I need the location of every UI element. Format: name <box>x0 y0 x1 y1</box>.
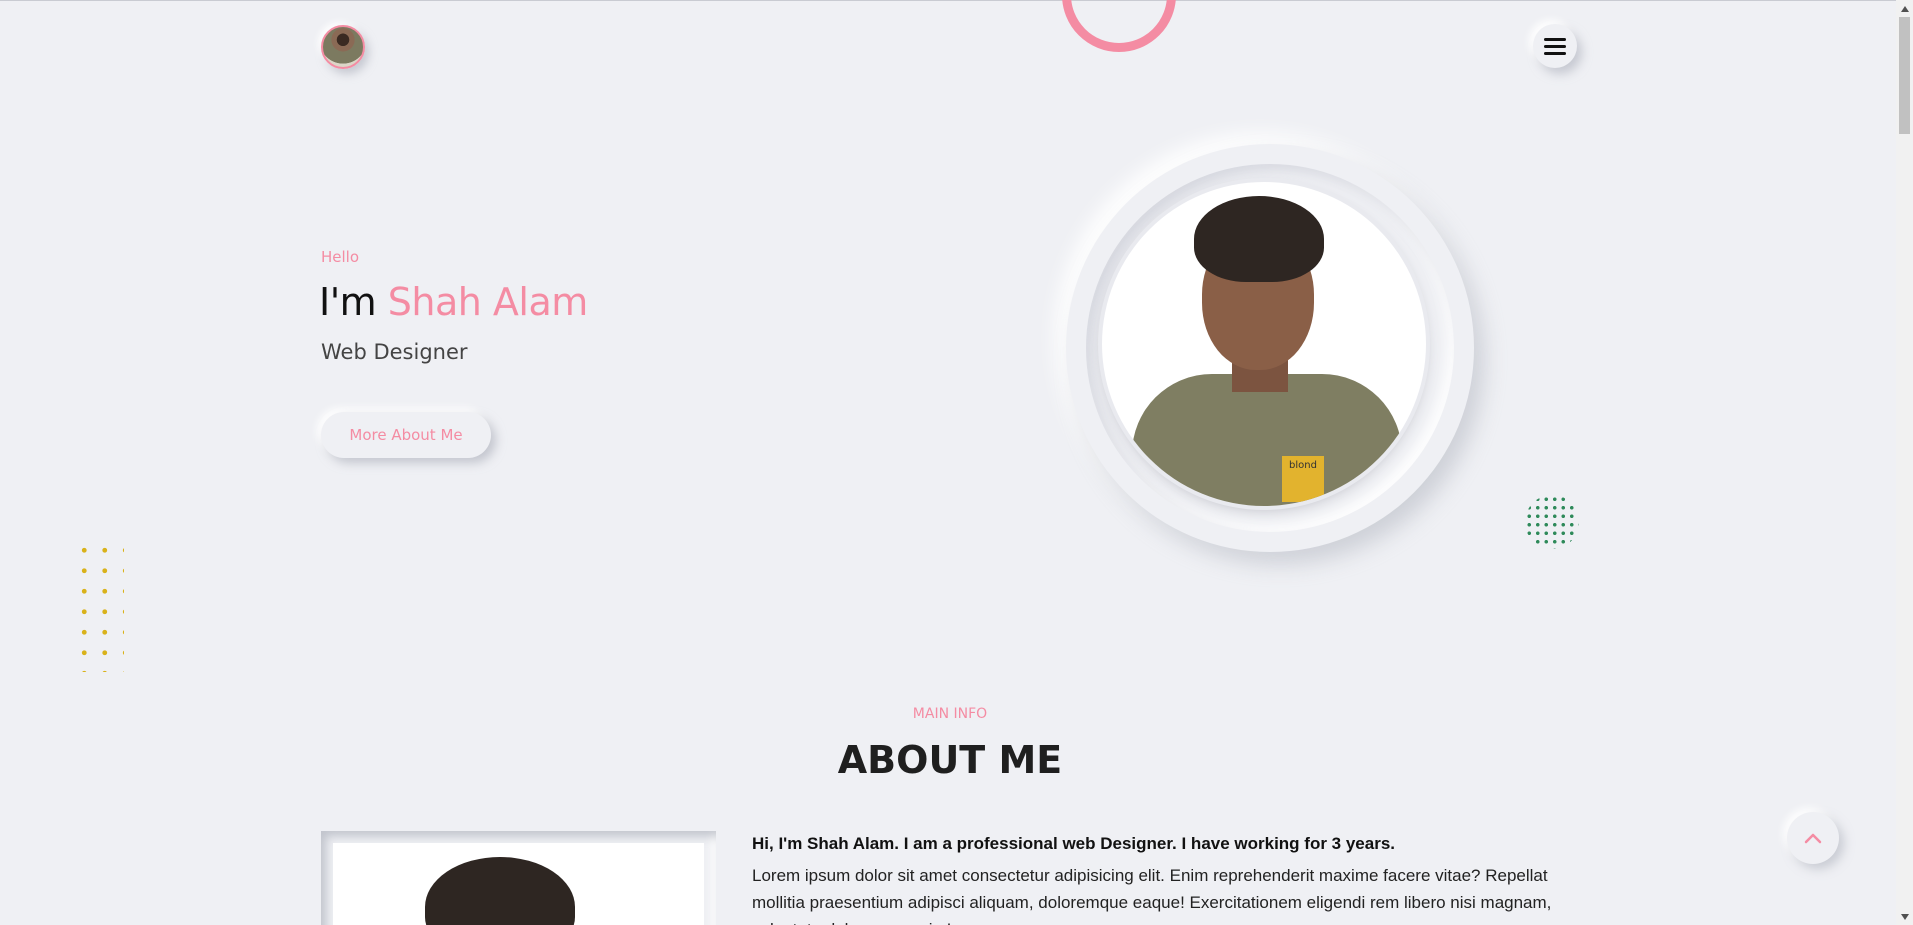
chevron-up-icon <box>1804 833 1822 844</box>
hero-name: Shah Alam <box>387 280 589 324</box>
page-scrollbar[interactable] <box>1896 0 1913 925</box>
more-about-me-button[interactable]: More About Me <box>321 412 491 458</box>
about-title: ABOUT ME <box>837 738 1063 782</box>
caret-up-icon <box>1900 5 1909 12</box>
photo-hair <box>1194 196 1324 282</box>
caret-down-icon <box>1900 913 1909 920</box>
scrollbar-thumb[interactable] <box>1899 17 1910 134</box>
hamburger-icon-bar <box>1544 37 1566 41</box>
about-body: Lorem ipsum dolor sit amet consectetur a… <box>752 866 1552 925</box>
about-photo <box>333 843 704 925</box>
hero-role: Web Designer <box>321 340 468 364</box>
decorative-ring <box>1062 0 1176 52</box>
hero-headline-prefix: I'm <box>319 280 377 324</box>
window-top-border <box>0 0 1896 1</box>
about-photo-hair <box>425 857 575 925</box>
about-lead: Hi, I'm Shah Alam. I am a professional w… <box>752 834 1396 853</box>
hero-headline: I'm Shah Alam <box>319 280 588 324</box>
hamburger-icon-bar <box>1544 51 1566 55</box>
scroll-down-arrow[interactable] <box>1896 908 1913 925</box>
decorative-dots-yellow <box>74 540 124 672</box>
hero-profile-photo: blond <box>1102 182 1426 506</box>
hamburger-icon-bar <box>1544 44 1566 48</box>
about-photo-frame <box>321 831 716 925</box>
about-kicker: MAIN INFO <box>912 706 988 722</box>
photo-shirt <box>1132 374 1402 506</box>
scroll-up-arrow[interactable] <box>1896 0 1913 17</box>
hero-greeting: Hello <box>321 248 360 266</box>
menu-button[interactable] <box>1533 24 1577 68</box>
photo-shirt-tag: blond <box>1282 456 1324 502</box>
logo-avatar[interactable] <box>321 25 365 69</box>
scroll-to-top-button[interactable] <box>1787 812 1839 864</box>
decorative-dots-green <box>1525 495 1579 549</box>
